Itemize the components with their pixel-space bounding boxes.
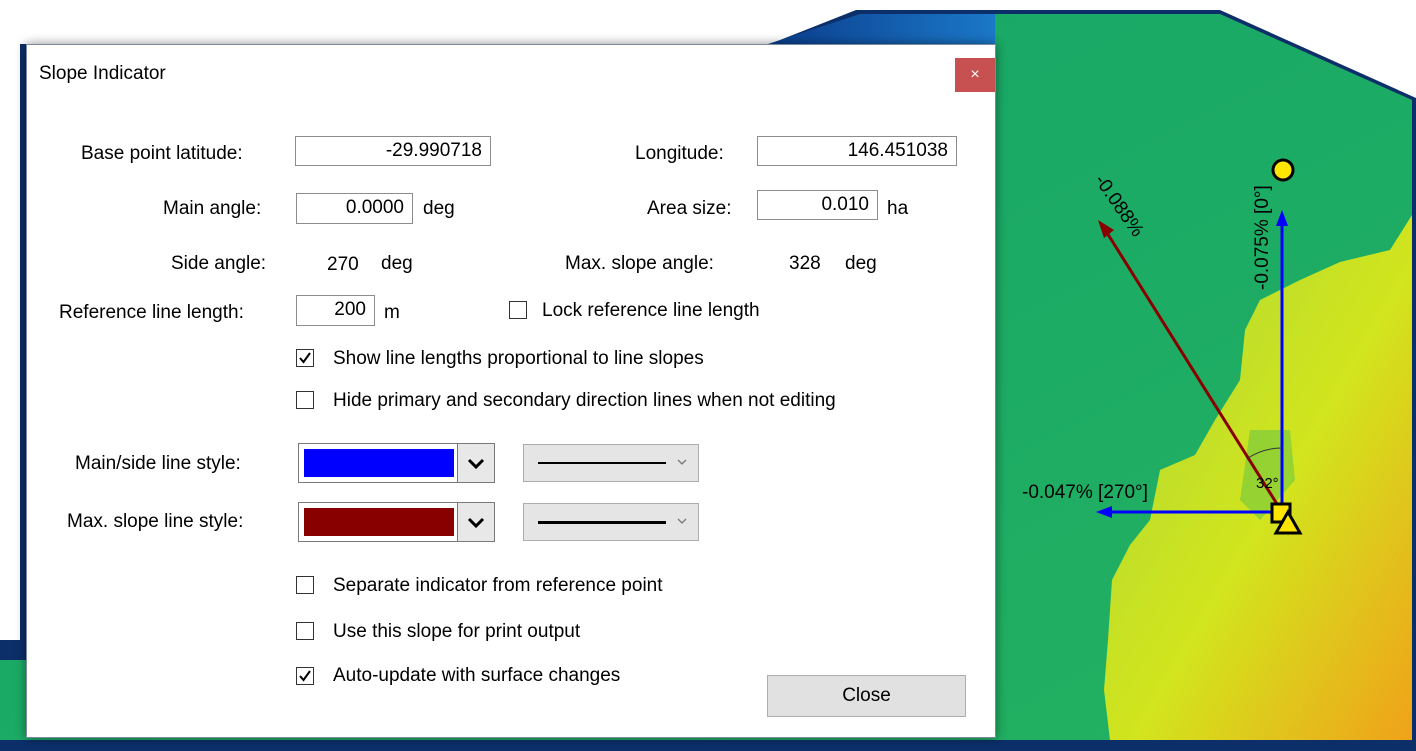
hide-lines-checkbox[interactable] bbox=[296, 391, 314, 409]
angle-map-label: 32° bbox=[1256, 475, 1279, 492]
main-side-color-swatch bbox=[304, 449, 454, 477]
terrain-edge bbox=[768, 14, 995, 44]
lock-ref-checkbox[interactable] bbox=[509, 301, 527, 319]
close-icon[interactable]: × bbox=[955, 58, 995, 92]
reference-point-marker[interactable] bbox=[1271, 158, 1295, 182]
ref-length-unit: m bbox=[384, 302, 400, 323]
chevron-down-icon bbox=[677, 459, 687, 465]
side-angle-unit: deg bbox=[381, 253, 413, 274]
longitude-label: Longitude: bbox=[635, 143, 724, 164]
max-slope-angle-value: 328 bbox=[789, 253, 821, 274]
main-angle-label: Main angle: bbox=[163, 198, 262, 219]
main-angle-input[interactable]: 0.0000 bbox=[296, 193, 413, 224]
max-slope-angle-label: Max. slope angle: bbox=[565, 253, 714, 274]
max-slope-color-swatch bbox=[304, 508, 454, 536]
auto-update-checkbox[interactable] bbox=[296, 667, 314, 685]
area-size-label: Area size: bbox=[647, 198, 732, 219]
max-slope-line-combo[interactable] bbox=[523, 503, 699, 541]
checkmark-icon bbox=[299, 352, 311, 364]
chevron-down-icon bbox=[467, 458, 485, 470]
ref-length-label: Reference line length: bbox=[59, 302, 244, 323]
line-style-preview bbox=[538, 521, 666, 524]
show-proportional-label: Show line lengths proportional to line s… bbox=[333, 348, 704, 369]
main-side-color-combo[interactable] bbox=[298, 443, 495, 483]
base-lat-label: Base point latitude: bbox=[81, 143, 243, 164]
max-slope-style-label: Max. slope line style: bbox=[67, 511, 244, 532]
max-slope-color-combo[interactable] bbox=[298, 502, 495, 542]
max-slope-color-dropdown-button[interactable] bbox=[457, 503, 494, 541]
hide-lines-label: Hide primary and secondary direction lin… bbox=[333, 390, 836, 411]
main-side-color-dropdown-button[interactable] bbox=[457, 444, 494, 482]
separate-checkbox[interactable] bbox=[296, 576, 314, 594]
main-side-line-combo[interactable] bbox=[523, 444, 699, 482]
side-map-label: -0.047% [270°] bbox=[1022, 482, 1148, 503]
show-proportional-checkbox[interactable] bbox=[296, 349, 314, 367]
print-output-label: Use this slope for print output bbox=[333, 621, 581, 642]
area-size-unit: ha bbox=[887, 198, 909, 219]
main-map-label: -0.075% [0°] bbox=[1252, 185, 1273, 290]
dialog-title: Slope Indicator bbox=[39, 63, 166, 84]
area-size-input[interactable]: 0.010 bbox=[757, 190, 878, 220]
longitude-input[interactable]: 146.451038 bbox=[757, 136, 957, 166]
close-button[interactable]: Close bbox=[767, 675, 966, 717]
main-side-style-label: Main/side line style: bbox=[75, 453, 241, 474]
side-angle-label: Side angle: bbox=[171, 253, 267, 274]
chevron-down-icon bbox=[677, 518, 687, 524]
slope-indicator-dialog: Slope Indicator × Base point latitude: -… bbox=[26, 44, 996, 738]
lock-ref-label: Lock reference line length bbox=[542, 300, 760, 321]
checkmark-icon bbox=[299, 670, 311, 682]
chevron-down-icon bbox=[467, 517, 485, 529]
line-style-preview bbox=[538, 462, 666, 464]
ref-length-input[interactable]: 200 bbox=[296, 295, 375, 326]
separate-label: Separate indicator from reference point bbox=[333, 575, 663, 596]
auto-update-label: Auto-update with surface changes bbox=[333, 665, 621, 686]
side-angle-value: 270 bbox=[327, 254, 359, 275]
max-slope-angle-unit: deg bbox=[845, 253, 877, 274]
base-lat-input[interactable]: -29.990718 bbox=[295, 136, 491, 166]
main-angle-unit: deg bbox=[423, 198, 455, 219]
print-output-checkbox[interactable] bbox=[296, 622, 314, 640]
